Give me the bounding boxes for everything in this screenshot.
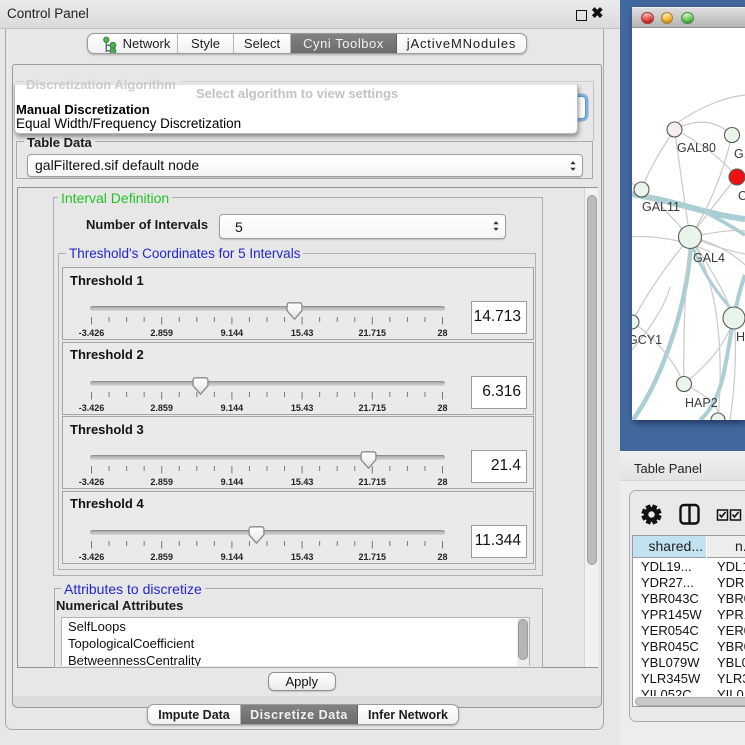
svg-text:GAL80: GAL80 bbox=[677, 141, 716, 155]
svg-text:H: H bbox=[736, 330, 745, 344]
svg-text:HAP2: HAP2 bbox=[685, 396, 718, 410]
svg-text:GCY1: GCY1 bbox=[632, 333, 662, 347]
svg-text:G.: G. bbox=[734, 147, 745, 161]
svg-text:GAL11: GAL11 bbox=[642, 200, 680, 214]
svg-text:C: C bbox=[738, 189, 745, 203]
svg-text:GAL4: GAL4 bbox=[693, 251, 725, 265]
